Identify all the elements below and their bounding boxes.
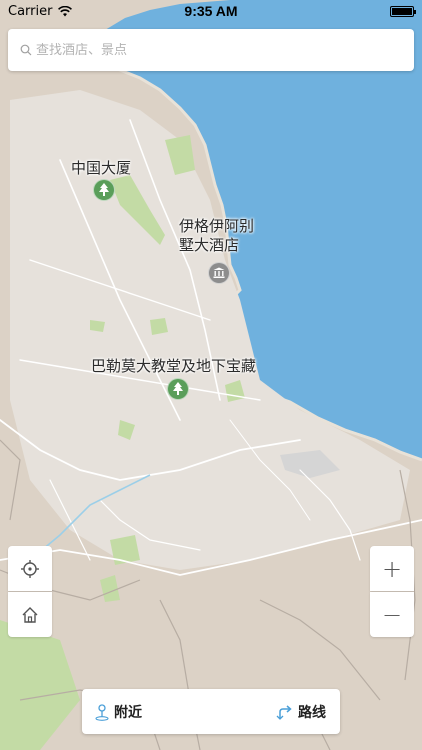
park [150, 318, 168, 335]
museum-icon[interactable] [208, 262, 230, 284]
route-label: 路线 [298, 704, 326, 721]
locate-button[interactable] [8, 546, 52, 591]
person-pin-icon [95, 703, 109, 721]
battery-icon [390, 5, 416, 17]
park [90, 320, 105, 332]
tree-icon[interactable] [93, 179, 115, 201]
search-icon [20, 44, 32, 56]
status-bar: Carrier 9:35 AM [0, 0, 422, 22]
nearby-label: 附近 [114, 704, 142, 721]
carrier-label: Carrier [8, 3, 53, 19]
tree-icon[interactable] [167, 378, 189, 400]
nearby-button[interactable]: 附近 [94, 702, 142, 722]
carrier-group: Carrier [8, 3, 73, 19]
zoom-in-label: + [381, 554, 403, 583]
poi-label-zhongguo-dasha[interactable]: 中国大厦 [71, 159, 131, 178]
poi-label-hotel[interactable]: 伊格伊阿别 墅大酒店 [179, 217, 254, 255]
search-input[interactable] [36, 42, 414, 58]
zoom-out-button[interactable]: − [370, 592, 414, 637]
route-arrow-icon [276, 704, 292, 720]
wifi-icon [58, 5, 73, 16]
battery-level [392, 7, 412, 15]
crosshair-icon [21, 559, 39, 578]
search-bar[interactable] [8, 29, 414, 71]
home-icon [22, 606, 38, 623]
zoom-out-label: − [381, 600, 403, 629]
clock: 9:35 AM [184, 3, 238, 19]
zoom-in-button[interactable]: + [370, 546, 414, 591]
route-button[interactable]: 路线 [276, 702, 326, 722]
home-button[interactable] [8, 592, 52, 637]
bottom-action-bar: 附近 路线 [82, 689, 340, 734]
poi-label-cathedral[interactable]: 巴勒莫大教堂及地下宝藏 [91, 357, 256, 376]
